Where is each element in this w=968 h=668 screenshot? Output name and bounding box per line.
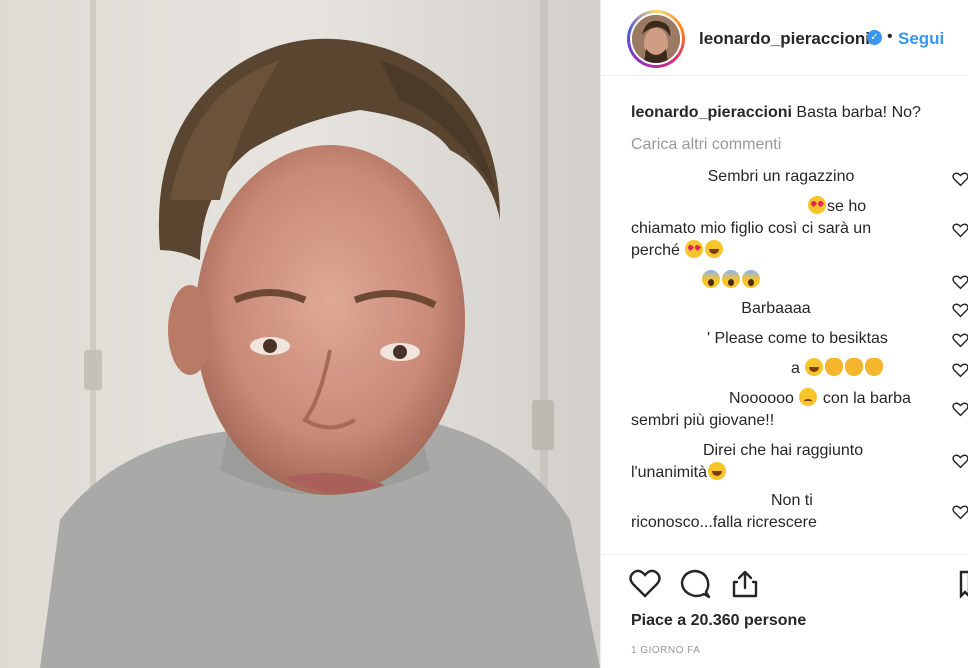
story-ring[interactable]	[627, 10, 685, 68]
post-photo[interactable]	[0, 0, 600, 668]
post-sidebar: leonardo_pieraccioni ✓ • Segui leonardo_…	[600, 0, 968, 668]
comment-text: ' Please come to besiktas	[707, 330, 888, 347]
heart-outline-icon[interactable]	[629, 568, 661, 600]
clap-emoji-icon	[865, 358, 884, 376]
small-heart-icon[interactable]	[952, 274, 968, 290]
scream-emoji-icon	[722, 270, 740, 288]
comment-item: ' Please come to besiktas	[707, 328, 937, 350]
header-username[interactable]: leonardo_pieraccioni	[699, 29, 870, 49]
comment-item: a	[791, 358, 911, 380]
header-separator: •	[887, 28, 893, 45]
actions-divider	[601, 554, 968, 555]
small-heart-icon[interactable]	[952, 453, 968, 469]
comment-text: riconosco...falla ricrescere	[631, 514, 817, 531]
comment-text: chiamato mio figlio così ci sarà un	[631, 220, 872, 237]
small-heart-icon[interactable]	[952, 401, 968, 417]
small-heart-icon[interactable]	[952, 332, 968, 348]
post-actions	[601, 562, 968, 608]
comment-text: se ho	[827, 198, 867, 215]
comment-item: Direi che hai raggiunto l'unanimità	[631, 440, 931, 484]
comment-text: Direi che hai raggiunto	[703, 442, 864, 459]
post-caption: leonardo_pieraccioni Basta barba! No?	[631, 104, 961, 122]
caption-text: Basta barba! No?	[796, 104, 921, 121]
scream-emoji-icon	[742, 270, 760, 288]
verified-badge-icon: ✓	[867, 30, 882, 45]
heart-eyes-emoji-icon	[685, 240, 704, 258]
comment-text: con la barba	[822, 390, 911, 407]
comment-item: Non ti riconosco...falla ricrescere	[631, 490, 931, 534]
comment-item: Barbaaaa	[721, 298, 831, 320]
clap-emoji-icon	[845, 358, 864, 376]
small-heart-icon[interactable]	[952, 302, 968, 318]
comment-item	[701, 270, 781, 292]
rofl-emoji-icon	[705, 240, 724, 258]
comment-text: sembri più giovane!!	[631, 412, 775, 429]
joy-emoji-icon	[805, 358, 824, 376]
bookmark-icon[interactable]	[959, 568, 968, 600]
heart-eyes-emoji-icon	[808, 196, 826, 214]
post-timestamp[interactable]: 1 GIORNO FA	[631, 645, 700, 656]
comment-text: Sembri un ragazzino	[707, 168, 855, 185]
comment-text: a	[791, 360, 800, 377]
caption-username[interactable]: leonardo_pieraccioni	[631, 104, 792, 121]
joy-emoji-icon	[707, 462, 726, 480]
share-icon[interactable]	[729, 568, 761, 600]
follow-button[interactable]: Segui	[898, 29, 944, 49]
load-more-comments-button[interactable]: Carica altri commenti	[631, 136, 781, 154]
comment-text: l'unanimità	[631, 464, 707, 481]
comment-text: Noooooo	[729, 390, 794, 407]
post-header: leonardo_pieraccioni ✓ • Segui	[601, 0, 968, 76]
clap-emoji-icon	[825, 358, 844, 376]
comment-bubble-icon[interactable]	[679, 568, 711, 600]
small-heart-icon[interactable]	[952, 362, 968, 378]
comment-item: se ho chiamato mio figlio così ci sarà u…	[631, 196, 931, 262]
likes-count[interactable]: Piace a 20.360 persone	[631, 612, 806, 630]
comments-list[interactable]: leonardo_pieraccioni Basta barba! No? Ca…	[601, 76, 968, 554]
avatar[interactable]	[630, 13, 682, 65]
comment-text: perché	[631, 242, 680, 259]
comment-text: Barbaaaa	[741, 300, 811, 317]
comment-text: Non ti	[771, 492, 813, 509]
comment-item: Sembri un ragazzino	[681, 166, 881, 188]
small-heart-icon[interactable]	[952, 171, 968, 187]
pensive-emoji-icon	[799, 388, 818, 406]
small-heart-icon[interactable]	[952, 504, 968, 520]
scream-emoji-icon	[702, 270, 720, 288]
selfie-image	[0, 0, 600, 668]
comment-item: Noooooo con la barba sembri più giovane!…	[631, 388, 931, 432]
small-heart-icon[interactable]	[952, 222, 968, 238]
